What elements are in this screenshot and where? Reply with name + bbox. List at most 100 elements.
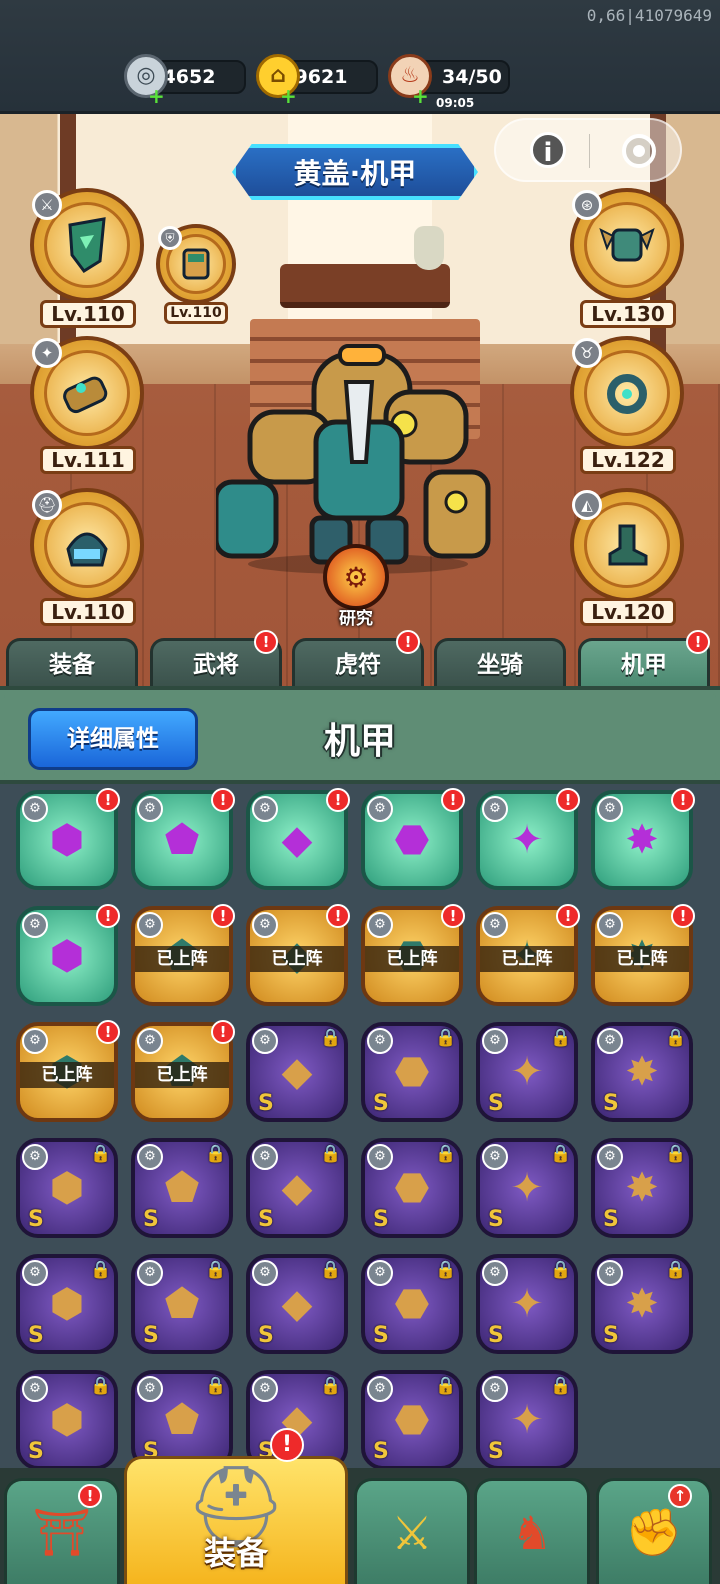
part-type-icon: ⚙ bbox=[482, 912, 508, 938]
inventory-item[interactable]: ⚙ ⬣ 🔒 S bbox=[361, 1254, 463, 1354]
nav-castle[interactable]: ⛩ bbox=[4, 1478, 120, 1584]
part-type-icon: ⚙ bbox=[252, 1260, 278, 1286]
item-alert-badge: ! bbox=[441, 904, 465, 928]
stamina-counter[interactable]: ♨ 34/50 + 09:05 bbox=[388, 54, 510, 110]
nav-equipment-label: 装备 bbox=[203, 1534, 268, 1572]
slot-armor[interactable]: ⊛ bbox=[570, 188, 684, 302]
inventory-item[interactable]: ⚙ ⬟! bbox=[131, 788, 235, 890]
part-type-icon: ⚙ bbox=[137, 796, 163, 822]
slot-boots[interactable]: ◭ bbox=[570, 488, 684, 602]
inventory-item[interactable]: ⚙✸已上阵! bbox=[591, 904, 695, 1006]
mech-part-icon: ⬢ bbox=[49, 1281, 85, 1327]
inventory-item[interactable]: ⚙ ✦ 🔒 S bbox=[476, 1138, 578, 1238]
slot-sword[interactable]: ⚔ bbox=[30, 188, 144, 302]
slot-arm[interactable]: ✦ bbox=[30, 336, 144, 450]
item-alert-badge: ! bbox=[211, 788, 235, 812]
inventory-item[interactable]: ⚙ ⬣ 🔒 S bbox=[361, 1370, 463, 1470]
gold-ingot-counter[interactable]: ⌂ 9621 + bbox=[256, 54, 378, 106]
grade-label: S bbox=[258, 1091, 274, 1116]
inventory-item[interactable]: ⚙ ⬟ 🔒 S bbox=[131, 1138, 233, 1238]
inventory-item[interactable]: ⚙ ⬢! bbox=[16, 788, 120, 890]
mech-scene: 黄盖·机甲 i ⚔ Lv.110 ⛨ Lv.110 ✦ Lv.111 ⛑ Lv.… bbox=[0, 114, 720, 686]
tab-mech-alert: ! bbox=[686, 630, 710, 654]
silver-coin-counter[interactable]: ◎ 4652 + bbox=[124, 54, 246, 106]
part-type-icon: ⚙ bbox=[22, 796, 48, 822]
grade-label: S bbox=[258, 1323, 274, 1348]
research-button[interactable]: ⚙ 研究 bbox=[318, 544, 394, 629]
part-type-icon: ⚙ bbox=[22, 912, 48, 938]
inventory-item[interactable]: ⚙ ✸ 🔒 S bbox=[591, 1254, 693, 1354]
slot-amulet[interactable]: ♉ bbox=[570, 336, 684, 450]
part-type-icon: ⚙ bbox=[252, 1144, 278, 1170]
mech-part-icon: ⬟ bbox=[164, 817, 200, 863]
grade-label: S bbox=[488, 1439, 504, 1464]
mech-figure[interactable] bbox=[213, 342, 500, 574]
inventory-item[interactable]: ⚙⬣已上阵! bbox=[361, 904, 465, 1006]
inventory-item[interactable]: ⚙ ⬣ 🔒 S bbox=[361, 1138, 463, 1238]
vase bbox=[414, 226, 444, 270]
inventory-item[interactable]: ⚙ ⬢ 🔒 S bbox=[16, 1370, 118, 1470]
inventory-item[interactable]: ⚙ ✦! bbox=[476, 788, 580, 890]
add-ingot-icon[interactable]: + bbox=[280, 86, 297, 106]
tab-equipment[interactable]: 装备 bbox=[6, 638, 138, 686]
inventory-item[interactable]: ⚙ ✸! bbox=[591, 788, 695, 890]
inventory-item[interactable]: ⚙ ◆ 🔒 S bbox=[246, 1254, 348, 1354]
inventory-item[interactable]: ⚙ ⬟ 🔒 S bbox=[131, 1254, 233, 1354]
mech-part-icon: ⬣ bbox=[394, 817, 430, 863]
item-alert-badge: ! bbox=[671, 904, 695, 928]
inventory-item[interactable]: ⚙ ✸ 🔒 S bbox=[591, 1138, 693, 1238]
inventory-item[interactable]: ⚙ ◆ 🔒 S bbox=[246, 1138, 348, 1238]
inventory-item[interactable]: ⚙ ⬢! bbox=[16, 904, 120, 1006]
tab-mech-label: 机甲 bbox=[621, 652, 667, 678]
nav-equipment[interactable]: ⛑ 装备 bbox=[124, 1456, 348, 1584]
inventory-item[interactable]: ⚙ ◆ 🔒 S bbox=[246, 1022, 348, 1122]
tab-mount[interactable]: 坐骑 bbox=[434, 638, 566, 686]
grade-label: S bbox=[373, 1323, 389, 1348]
slot-boots-level: Lv.120 bbox=[580, 598, 676, 626]
arm-icon: ✦ bbox=[32, 338, 62, 368]
info-icon[interactable]: i bbox=[530, 132, 566, 168]
inventory-item[interactable]: ⚙ ⬢ 🔒 S bbox=[16, 1138, 118, 1238]
grade-label: S bbox=[603, 1207, 619, 1232]
slot-shield[interactable]: ⛨ bbox=[156, 224, 236, 304]
part-type-icon: ⚙ bbox=[137, 1376, 163, 1402]
inventory-item[interactable]: ⚙⬟已上阵! bbox=[131, 904, 235, 1006]
silver-coin-value: 4652 bbox=[162, 66, 216, 88]
inventory-item[interactable]: ⚙ ⬣! bbox=[361, 788, 465, 890]
nav-rooster[interactable]: ♞ bbox=[474, 1478, 590, 1584]
inventory-item[interactable]: ⚙◆已上阵! bbox=[246, 904, 350, 1006]
inventory-item[interactable]: ⚙⬢已上阵! bbox=[16, 1020, 120, 1122]
part-type-icon: ⚙ bbox=[367, 796, 393, 822]
record-icon[interactable] bbox=[622, 134, 656, 168]
inventory-item[interactable]: ⚙ ⬟ 🔒 S bbox=[131, 1370, 233, 1470]
grade-label: S bbox=[28, 1207, 44, 1232]
part-type-icon: ⚙ bbox=[597, 1260, 623, 1286]
item-alert-badge: ! bbox=[441, 788, 465, 812]
add-stamina-icon[interactable]: + bbox=[412, 86, 429, 106]
part-type-icon: ⚙ bbox=[252, 796, 278, 822]
nav-upgrade[interactable]: ✊ bbox=[596, 1478, 712, 1584]
lock-icon: 🔒 bbox=[90, 1376, 112, 1396]
mech-part-icon: ✸ bbox=[625, 1049, 659, 1095]
inventory-item[interactable]: ⚙ ✸ 🔒 S bbox=[591, 1022, 693, 1122]
mech-part-icon: ⬢ bbox=[49, 1165, 85, 1211]
inventory-item[interactable]: ⚙ ✦ 🔒 S bbox=[476, 1370, 578, 1470]
mech-part-icon: ✦ bbox=[510, 1165, 544, 1211]
slot-sword-level: Lv.110 bbox=[40, 300, 136, 328]
inventory-item[interactable]: ⚙✦已上阵! bbox=[476, 904, 580, 1006]
add-coin-icon[interactable]: + bbox=[148, 86, 165, 106]
mech-title: 黄盖·机甲 bbox=[232, 144, 478, 200]
grade-label: S bbox=[373, 1439, 389, 1464]
nav-battle[interactable]: ⚔ bbox=[354, 1478, 470, 1584]
inventory-item[interactable]: ⚙ ⬢ 🔒 S bbox=[16, 1254, 118, 1354]
mech-part-icon: ⬢ bbox=[49, 933, 85, 979]
deployed-label: 已上阵 bbox=[595, 946, 689, 972]
inventory-item[interactable]: ⚙ ✦ 🔒 S bbox=[476, 1254, 578, 1354]
part-type-icon: ⚙ bbox=[137, 1028, 163, 1054]
inventory-item[interactable]: ⚙ ⬣ 🔒 S bbox=[361, 1022, 463, 1122]
slot-helmet[interactable]: ⛑ bbox=[30, 488, 144, 602]
inventory-item[interactable]: ⚙ ◆! bbox=[246, 788, 350, 890]
inventory-item[interactable]: ⚙⬟已上阵! bbox=[131, 1020, 235, 1122]
capsule-menu[interactable]: i bbox=[494, 118, 682, 182]
inventory-item[interactable]: ⚙ ✦ 🔒 S bbox=[476, 1022, 578, 1122]
